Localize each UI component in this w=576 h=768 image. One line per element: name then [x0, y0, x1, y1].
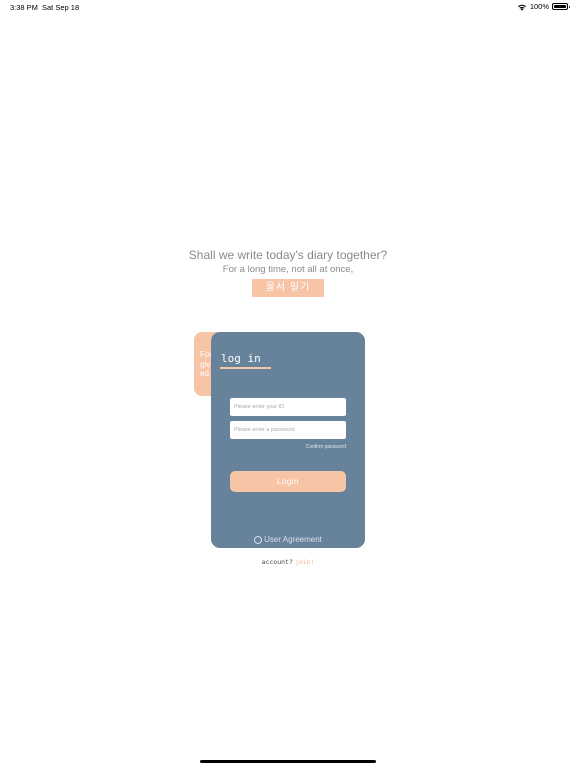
account-prompt: account?	[261, 558, 293, 566]
brand-badge: 울서 일기	[252, 279, 324, 297]
agreement-radio-icon[interactable]	[254, 535, 263, 544]
user-agreement[interactable]: User Agreement	[211, 535, 365, 544]
status-time: 3:38 PM	[10, 3, 38, 12]
headline: Shall we write today's diary together?	[188, 248, 388, 262]
battery-icon	[552, 3, 570, 10]
login-card: log in Confirm password Login User Agree…	[211, 332, 365, 548]
join-link[interactable]: join!	[295, 558, 315, 566]
confirm-password-link[interactable]: Confirm password	[306, 444, 346, 450]
home-indicator[interactable]	[200, 760, 376, 763]
login-button[interactable]: Login	[230, 471, 346, 492]
login-title-underline	[220, 367, 271, 369]
subline: For a long time, not all at once,	[222, 264, 354, 275]
id-input[interactable]	[230, 398, 346, 416]
app-screen: 3:38 PM Sat Sep 18 100% Shall we write t…	[0, 0, 576, 768]
status-bar: 3:38 PM Sat Sep 18 100%	[0, 0, 576, 14]
login-title: log in	[221, 352, 261, 365]
status-date: Sat Sep 18	[42, 3, 80, 12]
status-indicators: 100%	[517, 2, 570, 11]
join-prompt: account? join!	[0, 558, 576, 566]
password-input[interactable]	[230, 421, 346, 439]
battery-percent: 100%	[529, 2, 549, 11]
wifi-icon	[517, 3, 527, 11]
user-agreement-label: User Agreement	[264, 535, 322, 544]
